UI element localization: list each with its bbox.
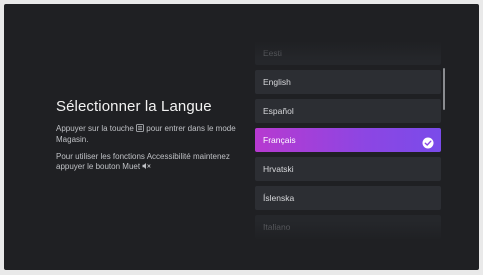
- store-mode-instruction: Appuyer sur la touche pour entrer dans l…: [56, 124, 246, 145]
- mute-icon: [142, 162, 151, 173]
- scrollbar[interactable]: [443, 68, 445, 110]
- language-item-hrvatski[interactable]: Hrvatski: [255, 157, 441, 181]
- language-item-english[interactable]: English: [255, 70, 441, 94]
- language-label: Italiano: [263, 222, 291, 232]
- language-label: Hrvatski: [263, 164, 294, 174]
- accessibility-instruction: Pour utiliser les fonctions Accessibilit…: [56, 152, 246, 173]
- page-title: Sélectionner la Langue: [56, 98, 212, 115]
- language-list[interactable]: Eesti English Español Français Hrvatski …: [255, 41, 441, 241]
- language-setup-panel: Sélectionner la Langue Appuyer sur la to…: [56, 98, 246, 180]
- language-label: Français: [263, 135, 296, 145]
- language-label: Íslenska: [263, 193, 295, 203]
- menu-button-icon: [136, 124, 144, 135]
- language-item-islenska[interactable]: Íslenska: [255, 186, 441, 210]
- language-item-italiano[interactable]: Italiano: [255, 215, 441, 239]
- language-item-francais[interactable]: Français: [255, 128, 441, 152]
- checkmark-icon: [422, 134, 434, 149]
- language-label: Español: [263, 106, 294, 116]
- language-item-espanol[interactable]: Español: [255, 99, 441, 123]
- store-mode-text-before: Appuyer sur la touche: [56, 124, 134, 133]
- language-label: Eesti: [263, 48, 282, 58]
- language-item-eesti[interactable]: Eesti: [255, 41, 441, 65]
- language-label: English: [263, 77, 291, 87]
- tv-screen: Sélectionner la Langue Appuyer sur la to…: [4, 4, 479, 270]
